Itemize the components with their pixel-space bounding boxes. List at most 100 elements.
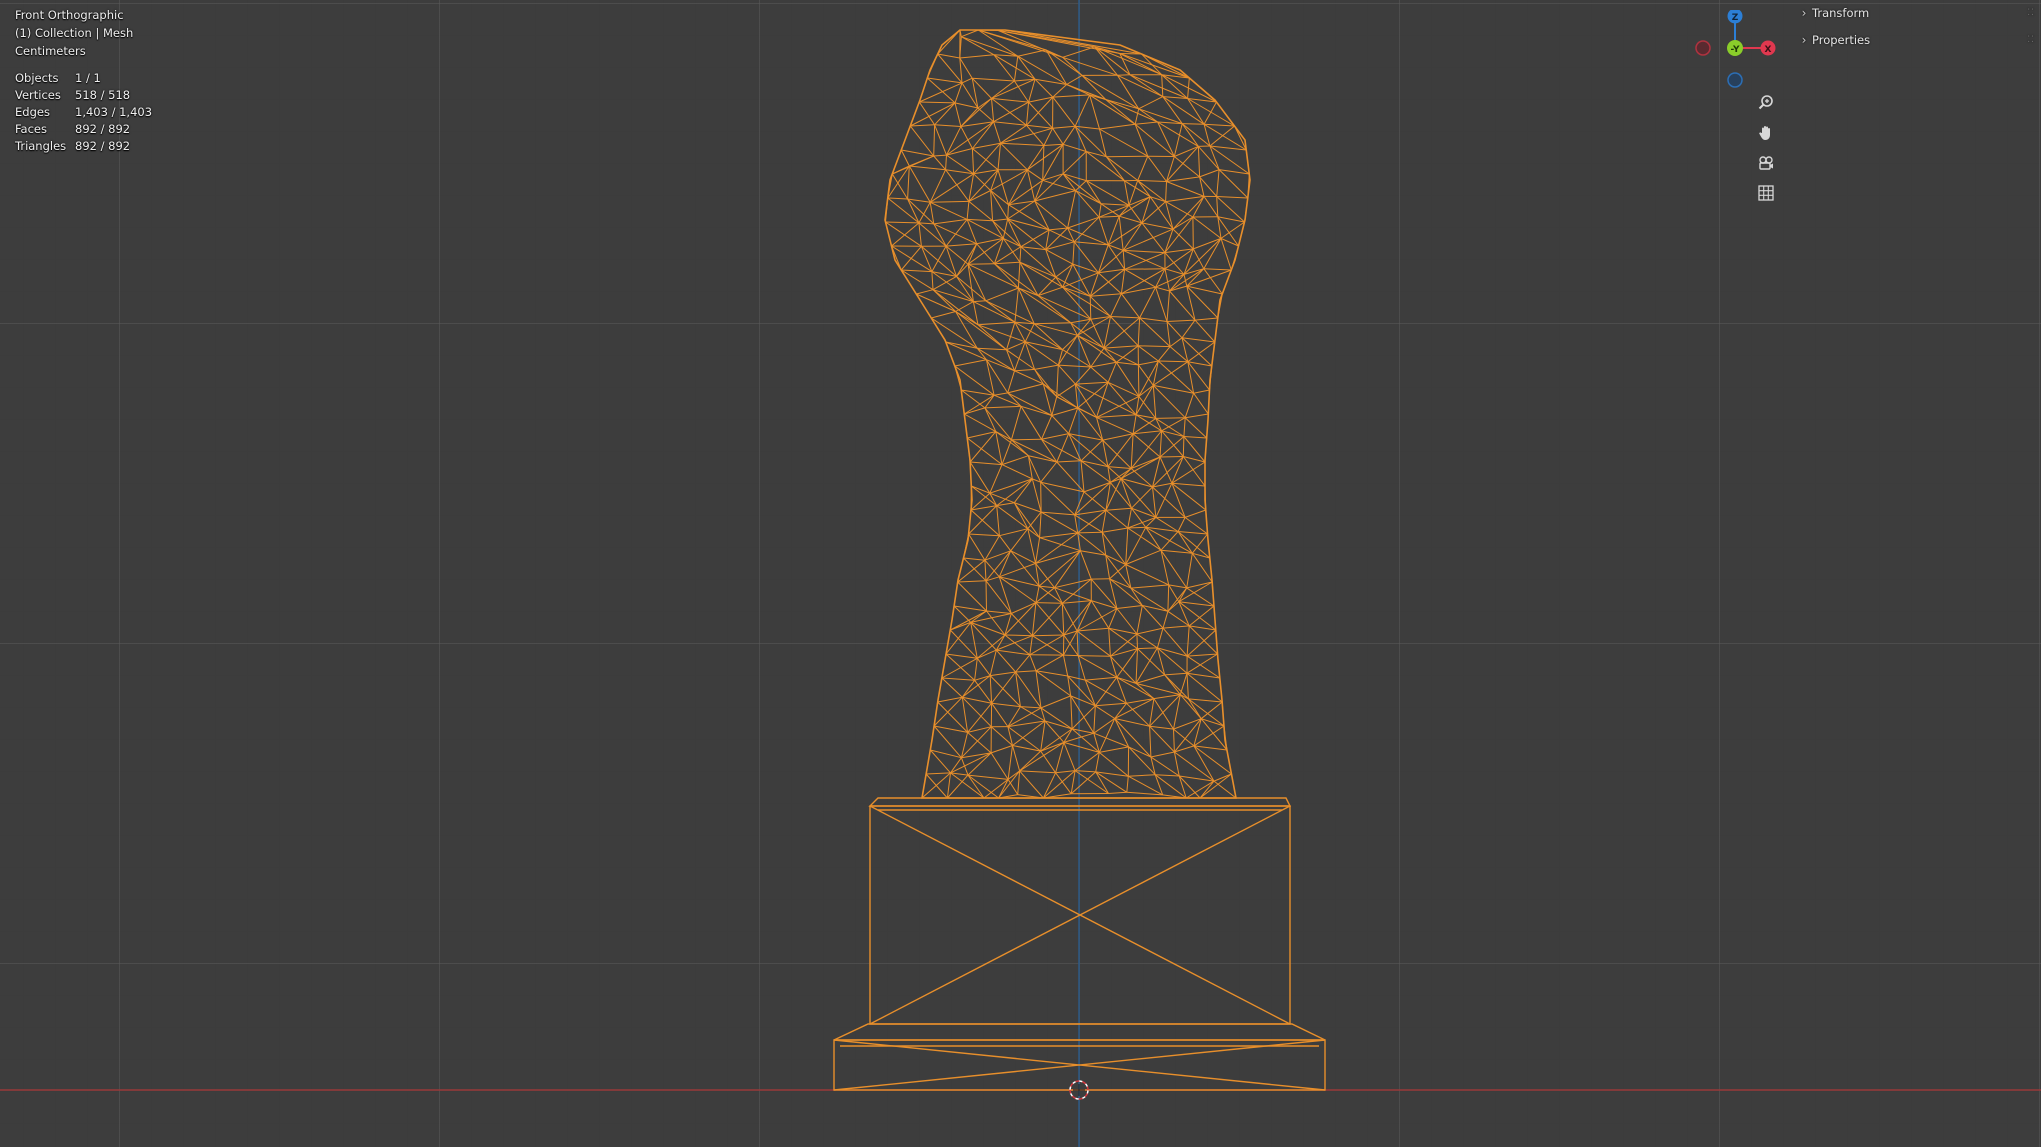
mesh-edge xyxy=(1000,142,1028,171)
mesh-edge xyxy=(985,300,1016,323)
mesh-edge xyxy=(1159,436,1185,458)
mesh-edge xyxy=(910,124,935,127)
mesh-edge xyxy=(1192,248,1205,269)
3d-viewport[interactable]: Front Orthographic (1) Collection | Mesh… xyxy=(0,0,2041,1147)
mesh-edge xyxy=(1164,672,1188,676)
mesh-edge xyxy=(1076,630,1079,656)
mesh-edge xyxy=(945,653,975,681)
mesh-edge xyxy=(1157,346,1171,362)
mesh-edge xyxy=(1166,146,1199,182)
mesh-edge xyxy=(1075,180,1087,191)
mesh-edge xyxy=(941,657,978,679)
mesh-edge xyxy=(1007,392,1022,407)
mesh-edge xyxy=(1166,290,1170,322)
navigation-gizmo[interactable]: Z X -Y xyxy=(1690,10,1780,90)
gizmo-neg-z-ball[interactable] xyxy=(1727,72,1743,88)
mesh-edge xyxy=(1119,53,1142,55)
mesh-edge xyxy=(989,464,1003,494)
mesh-edge xyxy=(1080,550,1106,556)
mesh-edge xyxy=(1138,385,1154,397)
mesh-edge xyxy=(1145,526,1193,554)
mesh-edge xyxy=(1035,670,1071,697)
mesh-edge xyxy=(1186,673,1189,699)
mesh-edge xyxy=(931,245,947,272)
stat-value: 1,403 / 1,403 xyxy=(75,105,153,119)
mesh-edge xyxy=(1166,319,1196,322)
mesh-edge xyxy=(991,98,1027,126)
mesh-edge xyxy=(907,198,920,224)
mesh-edge xyxy=(1090,347,1105,368)
mesh-edge xyxy=(1027,511,1042,530)
mesh-edge xyxy=(1152,456,1184,488)
panel-properties[interactable]: › Properties ⁚⁚ xyxy=(1796,27,2041,53)
mesh-edge xyxy=(1041,415,1053,440)
mesh-edge xyxy=(1031,478,1042,513)
stat-value: 892 / 892 xyxy=(75,122,131,136)
mesh-edge xyxy=(1063,634,1079,656)
mesh-edge xyxy=(1077,316,1111,336)
mesh-edge xyxy=(909,125,935,157)
mesh-edge xyxy=(1128,746,1156,776)
mesh-edge xyxy=(1135,121,1158,125)
mesh-edge xyxy=(1075,381,1109,385)
ortho-toggle-button[interactable] xyxy=(1753,180,1779,206)
panel-transform[interactable]: › Transform ⁚⁚ xyxy=(1796,0,2041,26)
mesh-edge xyxy=(1126,791,1163,796)
mesh-edge xyxy=(1122,249,1166,270)
mesh-edge xyxy=(1049,227,1068,231)
mesh-edge xyxy=(1013,80,1030,103)
gizmo-neg-x-ball[interactable] xyxy=(1695,40,1711,56)
mesh-edge xyxy=(1093,705,1096,734)
mesh-edge xyxy=(1074,514,1103,533)
mesh-edge xyxy=(1125,564,1169,586)
mesh-wireframe[interactable] xyxy=(0,0,2041,1147)
mesh-edge xyxy=(1122,250,1126,270)
mesh-edge xyxy=(1057,349,1063,366)
mesh-edge xyxy=(1130,433,1134,469)
mesh-edge xyxy=(1035,537,1041,564)
chevron-right-icon: › xyxy=(1801,33,1807,47)
mesh-edge xyxy=(998,535,1012,552)
mesh-edge xyxy=(989,675,993,704)
mesh-edge xyxy=(1184,516,1208,535)
mesh-edge xyxy=(1186,285,1219,319)
mesh-edge xyxy=(1145,527,1162,551)
mesh-edge xyxy=(933,124,936,157)
pan-button[interactable] xyxy=(1753,120,1779,146)
mesh-edge xyxy=(1167,587,1188,612)
mesh-edge xyxy=(1090,361,1117,368)
mesh-edge xyxy=(1051,396,1058,416)
mesh-edge xyxy=(1038,585,1063,604)
mesh-edge xyxy=(1019,261,1056,278)
mesh-edge xyxy=(1077,532,1081,551)
mesh-edge xyxy=(1137,317,1141,346)
mesh-edge xyxy=(1186,629,1217,657)
drag-handle-icon[interactable]: ⁚⁚ xyxy=(2027,35,2035,45)
camera-view-button[interactable] xyxy=(1753,150,1779,176)
mesh-edge xyxy=(1000,124,1027,144)
mesh-edge xyxy=(1128,205,1143,224)
mesh-edge xyxy=(1187,653,1218,657)
mesh-edge xyxy=(1199,169,1220,178)
mesh-edge xyxy=(1204,123,1235,127)
mesh-edge xyxy=(1136,633,1158,649)
mesh-edge xyxy=(985,580,987,612)
mesh-edge xyxy=(996,505,1000,536)
mesh-edge xyxy=(984,560,987,581)
mesh-edge xyxy=(1066,74,1083,85)
camera-view-icon xyxy=(1759,156,1773,170)
mesh-edge xyxy=(973,300,986,303)
drag-handle-icon[interactable]: ⁚⁚ xyxy=(2027,8,2035,18)
zoom-button[interactable] xyxy=(1753,90,1779,116)
mesh-edge xyxy=(1220,238,1232,271)
mesh-edge xyxy=(1074,770,1109,794)
mesh-edge xyxy=(995,634,1006,651)
mesh-edge xyxy=(1203,238,1222,269)
mesh-edge xyxy=(1138,360,1159,366)
mesh-edge xyxy=(1007,745,1013,780)
mesh-edge xyxy=(1040,461,1058,483)
mesh-edge xyxy=(1159,430,1163,458)
mesh-edge xyxy=(1194,317,1218,321)
mesh-edge xyxy=(918,202,931,224)
mesh-edge xyxy=(992,218,1008,222)
